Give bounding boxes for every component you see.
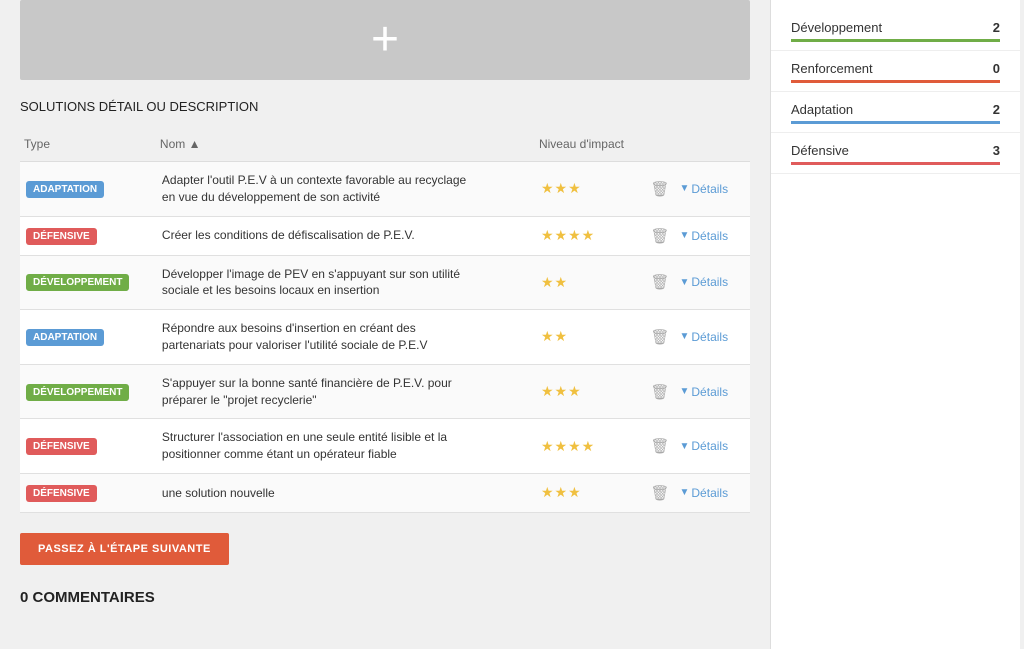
- action-cell: 🗑 ▼ Détails: [644, 255, 750, 310]
- action-cell: 🗑 ▼ Détails: [644, 473, 750, 512]
- sidebar-item-label: Développement: [791, 20, 882, 35]
- type-badge: ADAPTATION: [26, 181, 104, 198]
- chevron-down-icon: ▼: [679, 487, 689, 498]
- type-cell: ADAPTATION: [20, 310, 156, 365]
- section-title: SOLUTIONS DÉTAIL OU DESCRIPTION: [20, 98, 750, 115]
- details-link[interactable]: ▼ Détails: [679, 229, 728, 243]
- action-cell: 🗑 ▼ Détails: [644, 310, 750, 365]
- type-cell: ADAPTATION: [20, 162, 156, 217]
- type-badge: DÉFENSIVE: [26, 485, 97, 502]
- nom-cell: Adapter l'outil P.E.V à un contexte favo…: [156, 162, 535, 217]
- type-cell: DÉFENSIVE: [20, 473, 156, 512]
- chevron-down-icon: ▼: [679, 277, 689, 288]
- nom-cell: Répondre aux besoins d'insertion en créa…: [156, 310, 535, 365]
- delete-icon[interactable]: 🗑: [650, 437, 669, 455]
- type-cell: DÉFENSIVE: [20, 419, 156, 474]
- details-label: Détails: [691, 275, 728, 289]
- nom-cell: Créer les conditions de défiscalisation …: [156, 216, 535, 255]
- details-link[interactable]: ▼ Détails: [679, 275, 728, 289]
- details-link[interactable]: ▼ Détails: [679, 182, 728, 196]
- type-badge: ADAPTATION: [26, 329, 104, 346]
- delete-icon[interactable]: 🗑: [650, 273, 669, 291]
- details-label: Détails: [691, 229, 728, 243]
- solutions-table: Type Nom ▲ Niveau d'impact ADAPTATION Ad…: [20, 131, 750, 513]
- sidebar-row: Défensive 3: [771, 133, 1020, 174]
- table-row: ADAPTATION Adapter l'outil P.E.V à un co…: [20, 162, 750, 217]
- delete-icon[interactable]: 🗑: [650, 328, 669, 346]
- sidebar-row: Adaptation 2: [771, 92, 1020, 133]
- table-row: ADAPTATION Répondre aux besoins d'insert…: [20, 310, 750, 365]
- details-link[interactable]: ▼ Détails: [679, 330, 728, 344]
- chevron-down-icon: ▼: [679, 230, 689, 241]
- delete-icon[interactable]: 🗑: [650, 484, 669, 502]
- nom-cell: S'appuyer sur la bonne santé financière …: [156, 364, 535, 419]
- sidebar-item-bar: [791, 39, 1000, 42]
- chevron-down-icon: ▼: [679, 183, 689, 194]
- table-row: DÉFENSIVE Créer les conditions de défisc…: [20, 216, 750, 255]
- details-link[interactable]: ▼ Détails: [679, 486, 728, 500]
- details-label: Détails: [691, 385, 728, 399]
- stars-cell: ★★★: [535, 473, 644, 512]
- action-cell: 🗑 ▼ Détails: [644, 364, 750, 419]
- nom-cell: Développer l'image de PEV en s'appuyant …: [156, 255, 535, 310]
- details-label: Détails: [691, 439, 728, 453]
- delete-icon[interactable]: 🗑: [650, 227, 669, 245]
- add-icon: +: [371, 16, 399, 64]
- sidebar-item-bar: [791, 162, 1000, 165]
- table-row: DÉFENSIVE Structurer l'association en un…: [20, 419, 750, 474]
- stars-cell: ★★★★: [535, 216, 644, 255]
- nom-cell: Structurer l'association en une seule en…: [156, 419, 535, 474]
- col-nom[interactable]: Nom ▲: [156, 131, 535, 162]
- type-cell: DÉFENSIVE: [20, 216, 156, 255]
- type-badge: DÉVELOPPEMENT: [26, 384, 129, 401]
- nom-cell: une solution nouvelle: [156, 473, 535, 512]
- type-cell: DÉVELOPPEMENT: [20, 255, 156, 310]
- stars-cell: ★★: [535, 310, 644, 365]
- details-label: Détails: [691, 330, 728, 344]
- add-solution-area[interactable]: +: [20, 0, 750, 80]
- table-row: DÉVELOPPEMENT Développer l'image de PEV …: [20, 255, 750, 310]
- action-cell: 🗑 ▼ Détails: [644, 162, 750, 217]
- details-link[interactable]: ▼ Détails: [679, 439, 728, 453]
- sidebar: Développement 2 Renforcement 0 Adaptatio…: [770, 0, 1020, 649]
- sidebar-item-label: Défensive: [791, 143, 849, 158]
- sidebar-item-label: Renforcement: [791, 61, 873, 76]
- table-row: DÉVELOPPEMENT S'appuyer sur la bonne san…: [20, 364, 750, 419]
- chevron-down-icon: ▼: [679, 386, 689, 397]
- stars-cell: ★★★: [535, 364, 644, 419]
- stars-cell: ★★★: [535, 162, 644, 217]
- chevron-down-icon: ▼: [679, 441, 689, 452]
- sidebar-row: Renforcement 0: [771, 51, 1020, 92]
- sidebar-item-count: 3: [993, 143, 1000, 158]
- sidebar-row: Développement 2: [771, 10, 1020, 51]
- type-cell: DÉVELOPPEMENT: [20, 364, 156, 419]
- type-badge: DÉFENSIVE: [26, 438, 97, 455]
- sidebar-item-count: 2: [993, 20, 1000, 35]
- sidebar-item-bar: [791, 80, 1000, 83]
- details-link[interactable]: ▼ Détails: [679, 385, 728, 399]
- stars-cell: ★★★★: [535, 419, 644, 474]
- action-cell: 🗑 ▼ Détails: [644, 216, 750, 255]
- sidebar-item-count: 0: [993, 61, 1000, 76]
- type-badge: DÉVELOPPEMENT: [26, 274, 129, 291]
- details-label: Détails: [691, 486, 728, 500]
- table-row: DÉFENSIVE une solution nouvelle ★★★ 🗑 ▼ …: [20, 473, 750, 512]
- sidebar-item-label: Adaptation: [791, 102, 853, 117]
- delete-icon[interactable]: 🗑: [650, 383, 669, 401]
- details-label: Détails: [691, 182, 728, 196]
- delete-icon[interactable]: 🗑: [650, 180, 669, 198]
- stars-cell: ★★: [535, 255, 644, 310]
- next-step-button[interactable]: PASSEZ À L'ÉTAPE SUIVANTE: [20, 533, 229, 565]
- sidebar-item-count: 2: [993, 102, 1000, 117]
- col-impact: Niveau d'impact: [535, 131, 644, 162]
- chevron-down-icon: ▼: [679, 331, 689, 342]
- type-badge: DÉFENSIVE: [26, 228, 97, 245]
- action-cell: 🗑 ▼ Détails: [644, 419, 750, 474]
- col-type: Type: [20, 131, 156, 162]
- comments-title: 0 COMMENTAIRES: [20, 589, 750, 606]
- sidebar-item-bar: [791, 121, 1000, 124]
